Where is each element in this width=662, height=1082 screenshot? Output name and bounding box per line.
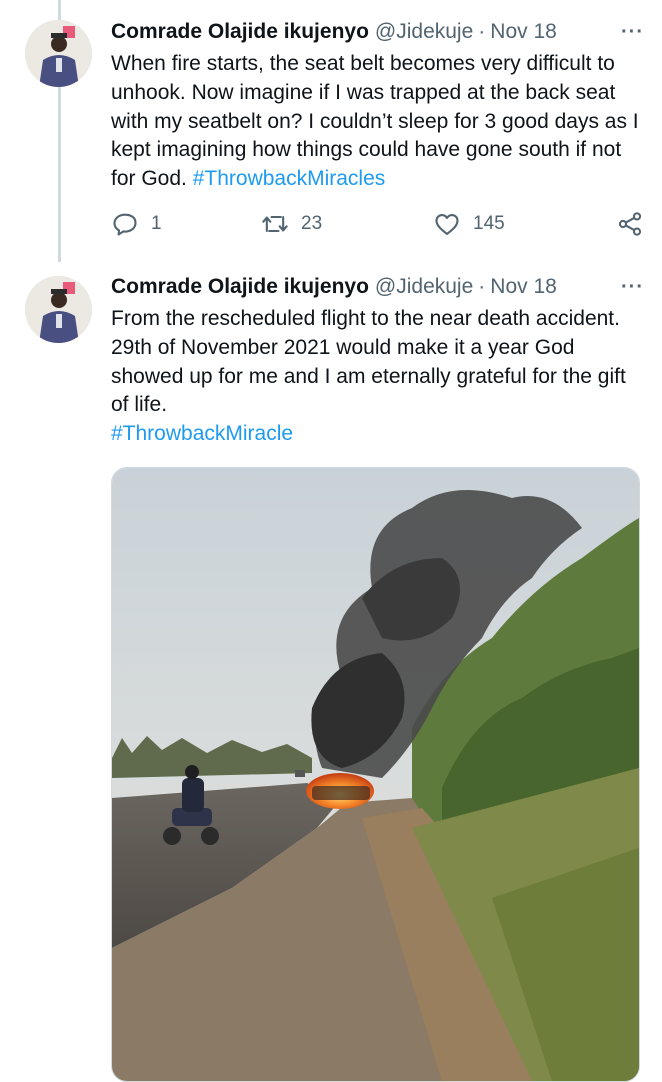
more-icon[interactable]: ···: [621, 276, 644, 299]
more-icon[interactable]: ···: [621, 21, 644, 44]
tweet-date[interactable]: Nov 18: [490, 275, 557, 299]
author-name[interactable]: Comrade Olajide ikujenyo: [111, 20, 369, 44]
tweet-header: Comrade Olajide ikujenyo @Jidekuje · Nov…: [111, 272, 644, 302]
tweet-media-photo[interactable]: [111, 467, 640, 1082]
author-handle[interactable]: @Jidekuje: [375, 275, 473, 299]
author-handle[interactable]: @Jidekuje: [375, 20, 473, 44]
share-button[interactable]: [616, 210, 644, 238]
retweet-button[interactable]: 23: [261, 210, 322, 238]
author-name[interactable]: Comrade Olajide ikujenyo: [111, 275, 369, 299]
retweet-count: 23: [301, 213, 323, 234]
tweet-actions: 1 23 145: [111, 210, 644, 240]
hashtag-link[interactable]: #ThrowbackMiracles: [193, 167, 386, 190]
hashtag-link[interactable]: #ThrowbackMiracle: [111, 422, 293, 445]
share-icon: [618, 212, 642, 236]
tweet-header: Comrade Olajide ikujenyo @Jidekuje · Nov…: [111, 17, 644, 47]
separator: ·: [478, 275, 486, 298]
retweet-icon: [262, 215, 288, 233]
tweet-text: When fire starts, the seat belt becomes …: [111, 50, 646, 194]
reply-count: 1: [151, 213, 162, 234]
like-button[interactable]: 145: [433, 210, 505, 238]
avatar[interactable]: [25, 20, 92, 87]
reply-icon: [113, 213, 137, 236]
tweet-date[interactable]: Nov 18: [490, 20, 557, 44]
avatar[interactable]: [25, 276, 92, 343]
like-count: 145: [473, 213, 505, 234]
reply-button[interactable]: 1: [111, 210, 162, 238]
separator: ·: [478, 20, 486, 43]
tweet-text-main: From the rescheduled flight to the near …: [111, 307, 626, 417]
heart-icon: [435, 213, 459, 235]
tweet-text: From the rescheduled flight to the near …: [111, 305, 646, 449]
